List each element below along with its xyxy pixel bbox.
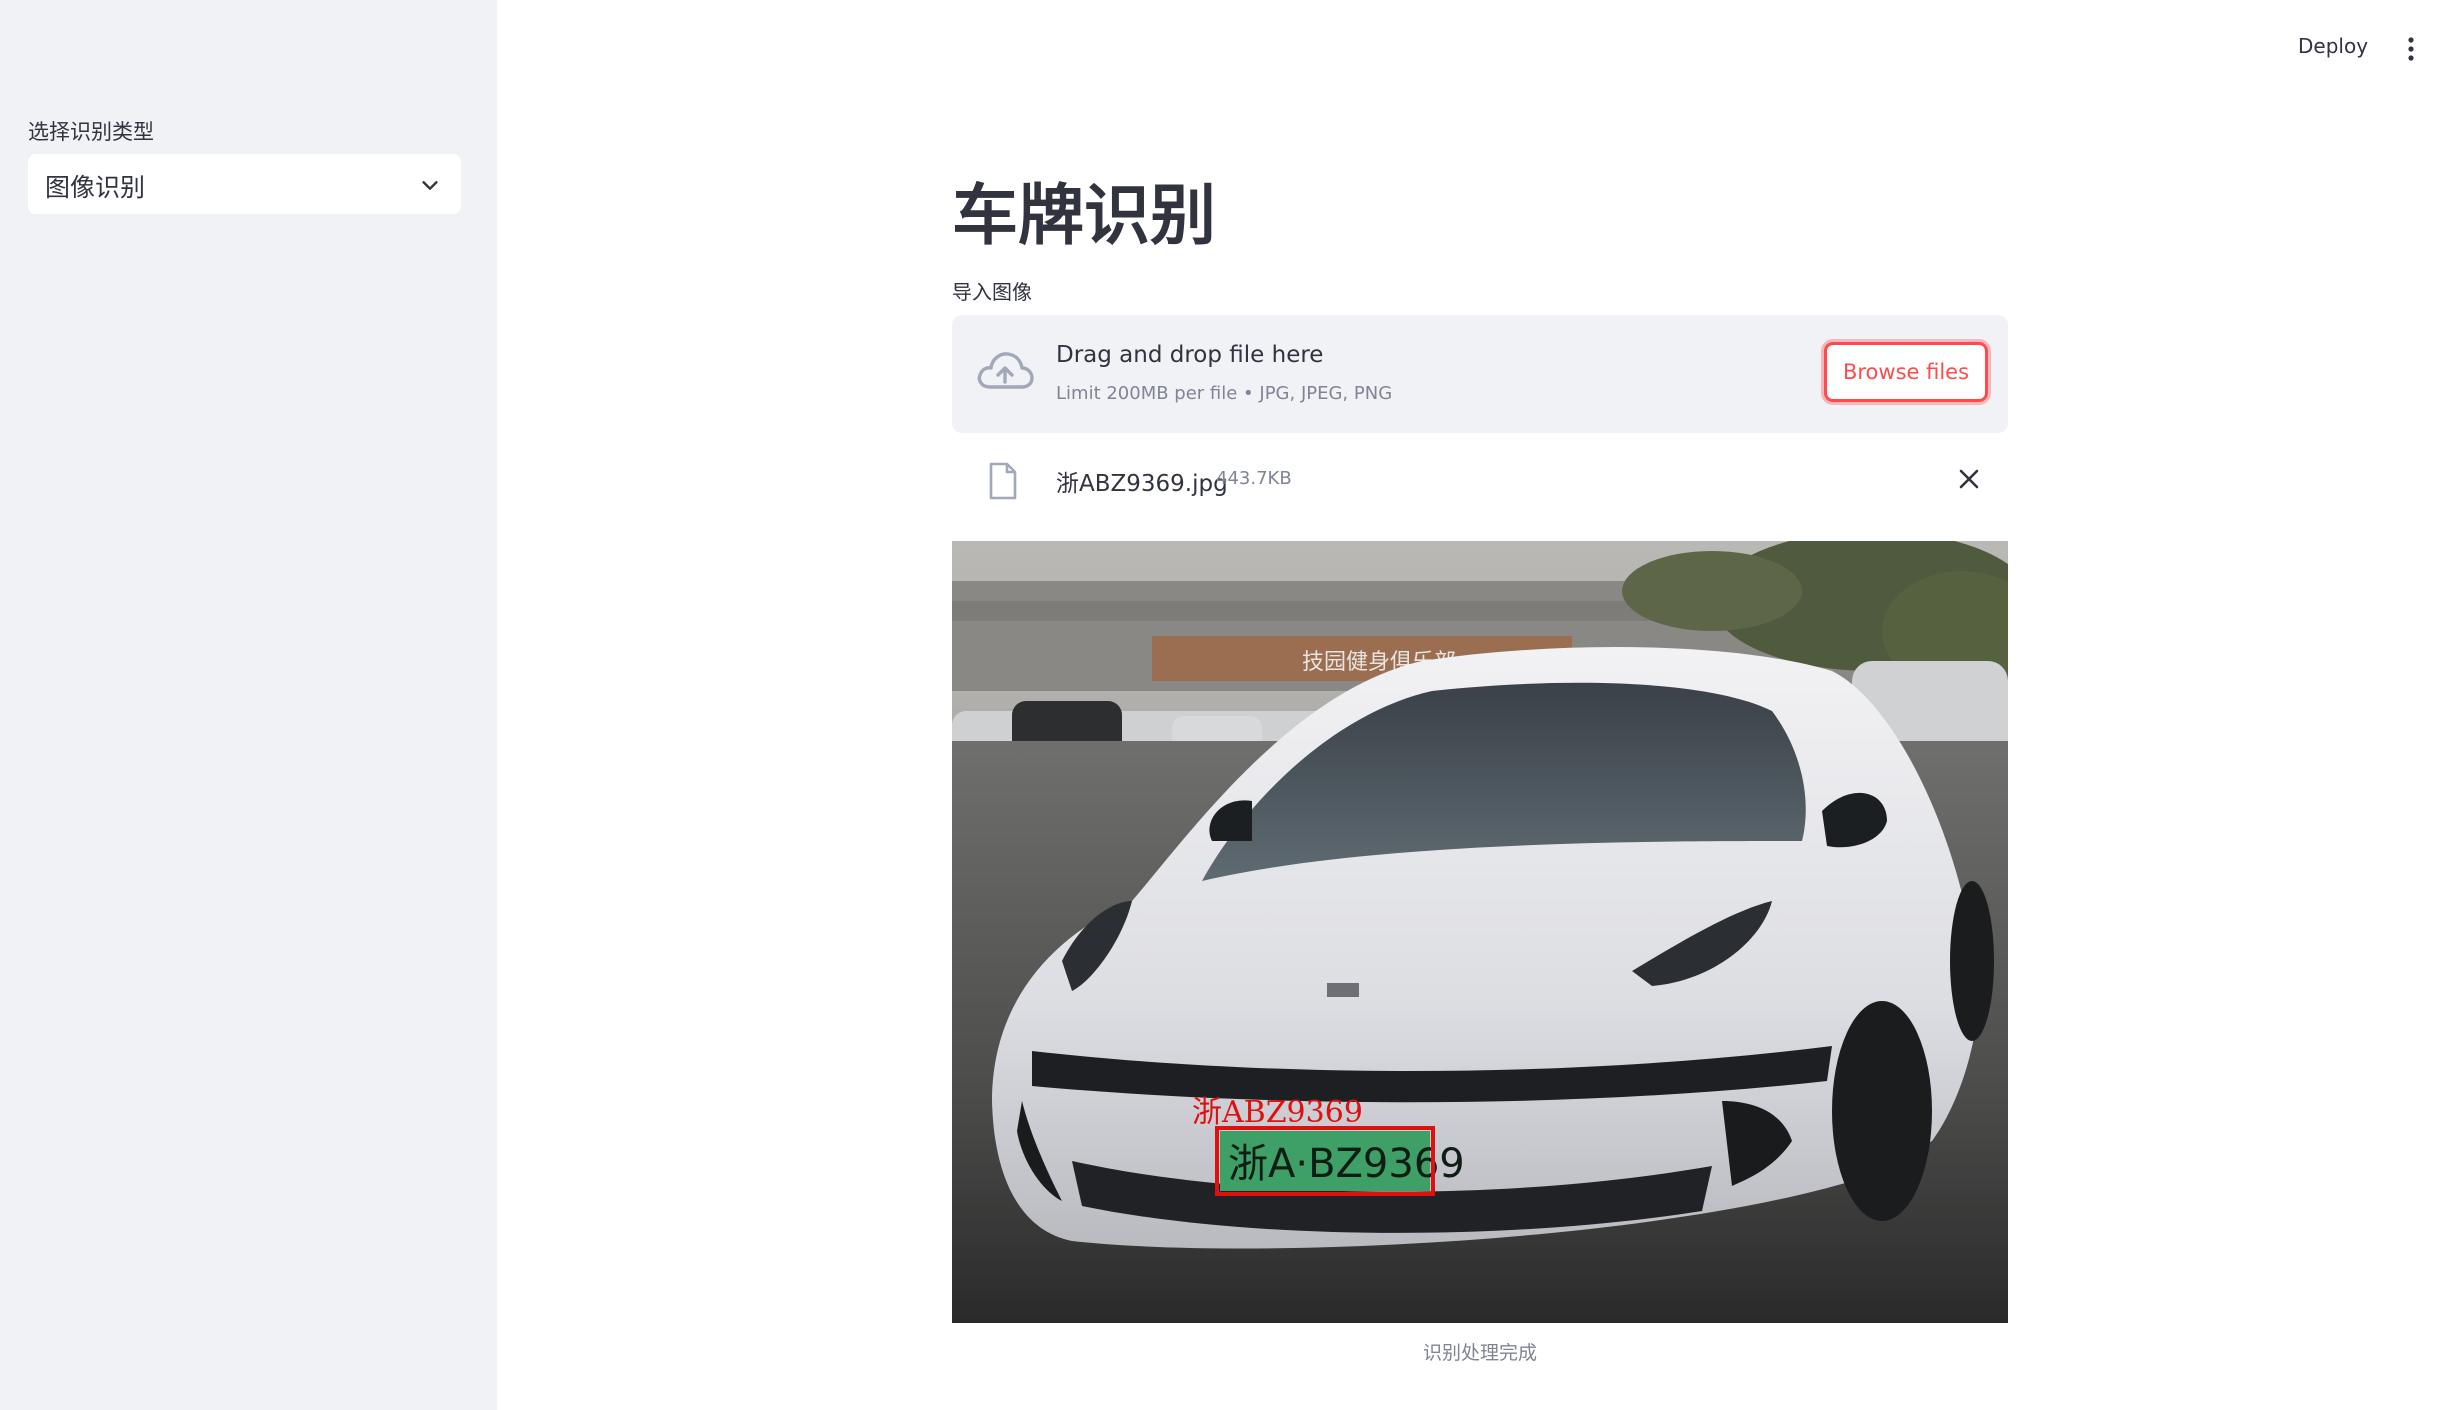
file-dropzone[interactable]: Drag and drop file here Limit 200MB per …: [952, 315, 2008, 433]
result-image: 技园健身俱乐部 浙A·BZ9369 浙ABZ9369: [952, 541, 2008, 1323]
uploaded-file-item: 浙ABZ9369.jpg 443.7KB: [952, 452, 2008, 508]
close-icon[interactable]: [1958, 468, 1980, 490]
upload-label: 导入图像: [952, 280, 1032, 304]
page-title: 车牌识别: [952, 177, 1216, 254]
dropzone-limits: Limit 200MB per file • JPG, JPEG, PNG: [1056, 383, 1393, 404]
recognition-type-label: 选择识别类型: [28, 120, 154, 144]
detection-label: 浙ABZ9369: [1192, 1095, 1363, 1130]
plate-characters: 浙A·BZ9369: [1228, 1141, 1465, 1187]
recognition-type-value: 图像识别: [45, 173, 146, 202]
chevron-down-icon: [422, 181, 438, 190]
deploy-button[interactable]: Deploy: [2298, 34, 2368, 58]
sidebar: 选择识别类型 图像识别: [0, 0, 497, 1410]
dropzone-instructions: Drag and drop file here: [1056, 342, 1324, 368]
image-caption: 识别处理完成: [1422, 1342, 1537, 1364]
cloud-upload-icon: [977, 352, 1034, 389]
file-size: 443.7KB: [1216, 468, 1292, 489]
file-name: 浙ABZ9369.jpg: [1056, 471, 1228, 497]
browse-files-button[interactable]: Browse files: [1824, 342, 1988, 402]
recognition-type-select[interactable]: 图像识别: [28, 154, 461, 214]
file-icon: [989, 462, 1017, 500]
more-vertical-icon[interactable]: [2405, 36, 2417, 62]
car-photo: 技园健身俱乐部 浙A·BZ9369 浙ABZ9369: [952, 541, 2008, 1323]
